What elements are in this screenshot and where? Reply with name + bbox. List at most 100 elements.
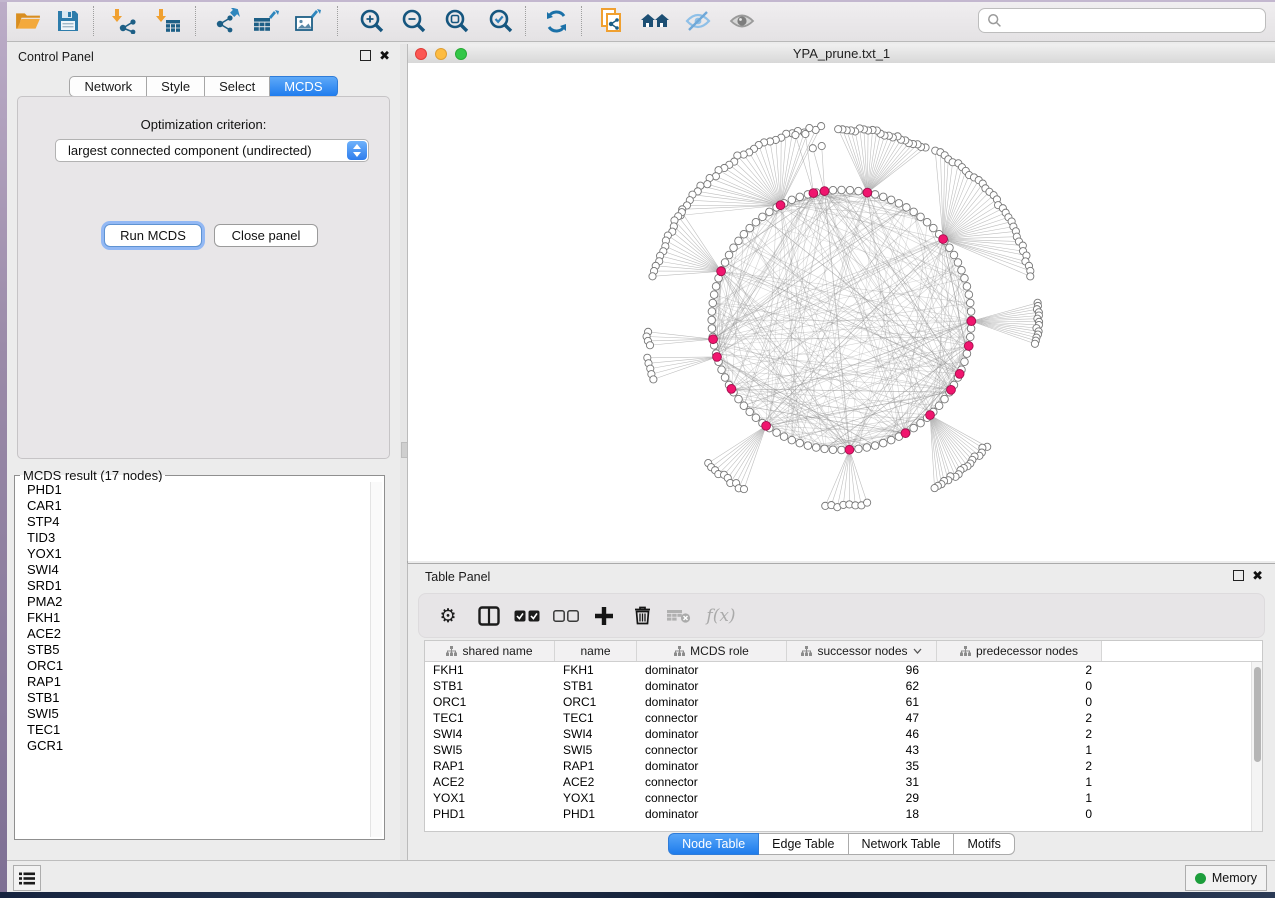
- network-hub-node[interactable]: [926, 411, 935, 420]
- network-node[interactable]: [773, 429, 781, 437]
- table-row[interactable]: SWI5SWI5connector431: [425, 742, 1262, 758]
- network-node[interactable]: [708, 325, 716, 333]
- mcds-node-item[interactable]: STP4: [22, 514, 368, 530]
- zoom-selected-button[interactable]: [483, 5, 517, 37]
- column-header-shared-name[interactable]: shared name: [425, 641, 555, 661]
- network-node[interactable]: [752, 218, 760, 226]
- hide-selected-button[interactable]: [681, 5, 715, 37]
- network-window-titlebar[interactable]: YPA_prune.txt_1: [408, 44, 1275, 64]
- task-history-button[interactable]: [13, 865, 41, 891]
- close-panel-icon[interactable]: ✖: [379, 51, 390, 61]
- network-leaf-node[interactable]: [649, 273, 656, 280]
- network-node[interactable]: [746, 408, 754, 416]
- search-input[interactable]: [978, 8, 1266, 33]
- network-node[interactable]: [855, 187, 863, 195]
- network-node[interactable]: [961, 274, 969, 282]
- network-node[interactable]: [879, 193, 887, 201]
- tab-network-table[interactable]: Network Table: [849, 833, 955, 855]
- network-hub-node[interactable]: [955, 370, 964, 379]
- network-leaf-node[interactable]: [1027, 273, 1034, 280]
- mcds-node-item[interactable]: ORC1: [22, 658, 368, 674]
- first-neighbors-button[interactable]: [638, 5, 672, 37]
- network-node[interactable]: [846, 186, 854, 194]
- network-leaf-node[interactable]: [1031, 340, 1038, 347]
- zoom-fit-button[interactable]: [439, 5, 473, 37]
- network-hub-node[interactable]: [713, 353, 722, 362]
- network-node[interactable]: [788, 196, 796, 204]
- mcds-node-item[interactable]: FKH1: [22, 610, 368, 626]
- table-row[interactable]: STB1STB1dominator620: [425, 678, 1262, 694]
- network-leaf-node[interactable]: [802, 130, 809, 137]
- float-panel-icon[interactable]: [1233, 570, 1244, 581]
- network-node[interactable]: [871, 442, 879, 450]
- network-hub-node[interactable]: [939, 235, 948, 244]
- mcds-node-item[interactable]: RAP1: [22, 674, 368, 690]
- tab-edge-table[interactable]: Edge Table: [759, 833, 848, 855]
- network-node[interactable]: [829, 446, 837, 454]
- network-node[interactable]: [917, 213, 925, 221]
- network-node[interactable]: [712, 283, 720, 291]
- export-network-button[interactable]: [211, 5, 245, 37]
- network-leaf-node[interactable]: [835, 126, 842, 133]
- zoom-out-button[interactable]: [396, 5, 430, 37]
- network-node[interactable]: [887, 436, 895, 444]
- network-hub-node[interactable]: [727, 384, 736, 393]
- network-node[interactable]: [725, 251, 733, 259]
- column-header-MCDS-role[interactable]: MCDS role: [637, 641, 787, 661]
- network-leaf-node[interactable]: [818, 142, 825, 149]
- table-row[interactable]: TEC1TEC1connector472: [425, 710, 1262, 726]
- delete-table-button[interactable]: [662, 594, 696, 637]
- add-row-button[interactable]: [587, 594, 621, 637]
- network-node[interactable]: [821, 445, 829, 453]
- network-node[interactable]: [910, 424, 918, 432]
- tab-network[interactable]: Network: [69, 76, 147, 97]
- network-leaf-node[interactable]: [646, 342, 653, 349]
- run-mcds-button[interactable]: Run MCDS: [104, 224, 202, 247]
- zoom-in-button[interactable]: [354, 5, 388, 37]
- network-node[interactable]: [895, 200, 903, 208]
- network-node[interactable]: [946, 244, 954, 252]
- show-all-button[interactable]: [725, 5, 759, 37]
- network-node[interactable]: [954, 259, 962, 267]
- mcds-list-scrollbar[interactable]: [370, 482, 382, 837]
- network-leaf-node[interactable]: [809, 145, 816, 152]
- column-header-name[interactable]: name: [555, 641, 637, 661]
- close-panel-button[interactable]: Close panel: [214, 224, 318, 247]
- network-hub-node[interactable]: [845, 445, 854, 454]
- network-node[interactable]: [766, 208, 774, 216]
- refresh-button[interactable]: [539, 5, 573, 37]
- network-node[interactable]: [721, 374, 729, 382]
- network-node[interactable]: [950, 251, 958, 259]
- network-node[interactable]: [752, 414, 760, 422]
- network-node[interactable]: [718, 366, 726, 374]
- network-node[interactable]: [903, 204, 911, 212]
- mcds-node-item[interactable]: ACE2: [22, 626, 368, 642]
- network-node[interactable]: [746, 224, 754, 232]
- network-node[interactable]: [735, 237, 743, 245]
- mcds-node-item[interactable]: STB5: [22, 642, 368, 658]
- export-table-button[interactable]: [249, 5, 283, 37]
- mcds-node-item[interactable]: GCR1: [22, 738, 368, 754]
- network-node[interactable]: [829, 186, 837, 194]
- network-hub-node[interactable]: [762, 421, 771, 430]
- network-leaf-node[interactable]: [704, 181, 711, 188]
- network-leaf-node[interactable]: [792, 131, 799, 138]
- network-leaf-node[interactable]: [740, 486, 747, 493]
- network-hub-node[interactable]: [709, 335, 718, 344]
- select-all-rows-button[interactable]: [511, 594, 543, 637]
- table-row[interactable]: RAP1RAP1dominator352: [425, 758, 1262, 774]
- network-node[interactable]: [730, 244, 738, 252]
- network-node[interactable]: [879, 439, 887, 447]
- network-node[interactable]: [708, 308, 716, 316]
- network-node[interactable]: [709, 299, 717, 307]
- table-row[interactable]: ORC1ORC1dominator610: [425, 694, 1262, 710]
- network-node[interactable]: [958, 266, 966, 274]
- mcds-node-item[interactable]: TEC1: [22, 722, 368, 738]
- network-node[interactable]: [812, 444, 820, 452]
- mcds-node-item[interactable]: PMA2: [22, 594, 368, 610]
- mcds-result-list[interactable]: PHD1CAR1STP4TID3YOX1SWI4SRD1PMA2FKH1ACE2…: [22, 482, 368, 837]
- table-scrollbar[interactable]: [1251, 662, 1262, 831]
- network-node[interactable]: [740, 230, 748, 238]
- tab-mcds[interactable]: MCDS: [270, 76, 337, 97]
- import-table-button[interactable]: [151, 5, 185, 37]
